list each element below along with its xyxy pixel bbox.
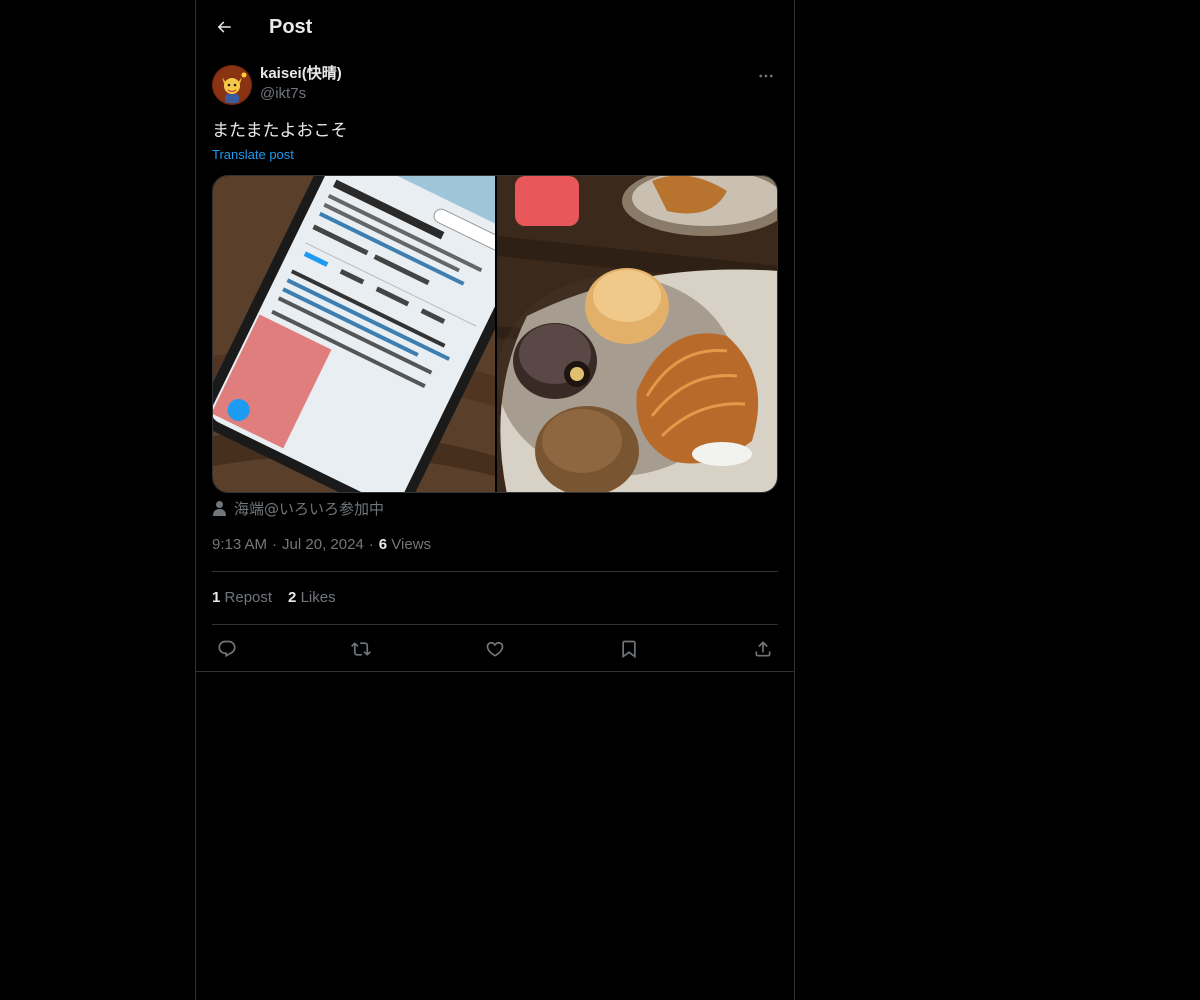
bookmark-icon (622, 640, 636, 659)
arrow-left-icon (217, 21, 231, 33)
phone-screenshot-image[interactable] (213, 176, 495, 493)
display-name[interactable]: kaisei(快晴) (260, 64, 342, 84)
media-grid (212, 175, 778, 493)
repost-button[interactable] (348, 636, 374, 662)
reply-button[interactable] (214, 636, 240, 662)
back-button[interactable] (209, 12, 239, 42)
reply-icon (218, 640, 236, 658)
reposts-count: 1 (212, 589, 221, 606)
post-column: Post kaisei(快晴) @ikt7s またまたよおこそ Translat… (195, 0, 795, 1000)
avatar[interactable] (212, 65, 252, 105)
divider (212, 624, 778, 625)
user-info: kaisei(快晴) @ikt7s (260, 64, 342, 104)
bookmark-button[interactable] (616, 636, 642, 662)
post-time[interactable]: 9:13 AM (212, 536, 267, 553)
share-icon (755, 641, 771, 657)
page-title: Post (269, 16, 313, 38)
likes-count: 2 (288, 589, 297, 606)
meta-separator: · (272, 536, 278, 553)
repost-icon (351, 642, 371, 656)
user-handle[interactable]: @ikt7s (260, 84, 342, 104)
views-count: 6 (378, 536, 388, 553)
like-button[interactable] (482, 636, 508, 662)
reposts-stat[interactable]: 1 Repost (212, 589, 272, 606)
avatar-image (212, 65, 252, 105)
divider (196, 671, 794, 672)
tagged-user-name: 海端@いろいろ参加中 (234, 499, 385, 518)
post-date[interactable]: Jul 20, 2024 (282, 536, 364, 553)
action-bar (212, 636, 778, 662)
more-options-button[interactable] (754, 66, 778, 86)
share-button[interactable] (750, 636, 776, 662)
meta-separator: · (368, 536, 374, 553)
reposts-label: Repost (224, 589, 273, 606)
tagged-user[interactable]: 海端@いろいろ参加中 (212, 498, 384, 518)
post-metadata: 9:13 AM · Jul 20, 2024 · 6 Views (212, 535, 431, 555)
likes-label: Likes (300, 589, 336, 606)
views-label: Views (391, 536, 432, 553)
page-header: Post (196, 0, 794, 54)
divider (212, 571, 778, 572)
pastries-photo-image[interactable] (497, 176, 778, 493)
post-text: またまたよおこそ (212, 121, 348, 141)
likes-stat[interactable]: 2 Likes (288, 589, 336, 606)
engagement-stats: 1 Repost 2 Likes (212, 588, 352, 608)
more-horizontal-icon (759, 74, 773, 78)
person-icon (213, 501, 226, 516)
translate-post-link[interactable]: Translate post (212, 146, 294, 164)
heart-icon (486, 641, 504, 657)
